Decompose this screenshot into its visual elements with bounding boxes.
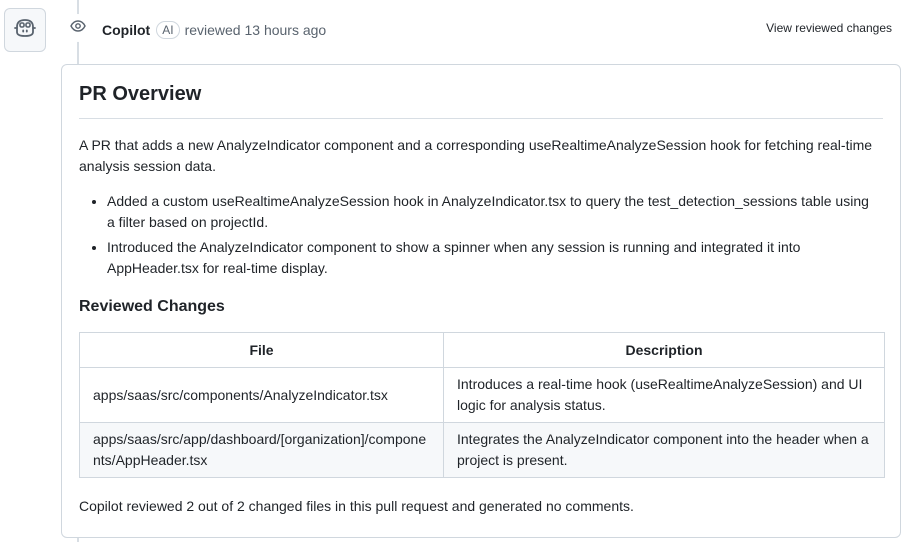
ai-badge: AI bbox=[156, 21, 180, 39]
review-card: PR Overview A PR that adds a new Analyze… bbox=[61, 64, 901, 538]
review-footer-note: Copilot reviewed 2 out of 2 changed file… bbox=[79, 498, 634, 514]
bullet-item: Added a custom useRealtimeAnalyzeSession… bbox=[107, 191, 879, 233]
file-path-cell: apps/saas/src/app/dashboard/[organizatio… bbox=[79, 422, 444, 478]
column-header-file: File bbox=[79, 332, 444, 368]
author-link[interactable]: Copilot bbox=[102, 22, 150, 38]
timeline-badge bbox=[64, 14, 92, 42]
column-header-description: Description bbox=[443, 332, 885, 368]
pr-summary: A PR that adds a new AnalyzeIndicator co… bbox=[79, 137, 873, 174]
review-header: Copilot AI reviewed 13 hours ago bbox=[102, 20, 326, 40]
review-timestamp: reviewed 13 hours ago bbox=[184, 22, 327, 38]
file-path-cell: apps/saas/src/components/AnalyzeIndicato… bbox=[79, 367, 444, 423]
description-cell: Introduces a real-time hook (useRealtime… bbox=[443, 367, 885, 423]
pr-overview-title: PR Overview bbox=[79, 83, 883, 119]
copilot-icon bbox=[14, 18, 36, 43]
eye-icon bbox=[70, 18, 86, 39]
table-row: apps/saas/src/app/dashboard/[organizatio… bbox=[79, 422, 885, 478]
table-row: apps/saas/src/components/AnalyzeIndicato… bbox=[79, 367, 885, 423]
bullet-item: Introduced the AnalyzeIndicator componen… bbox=[107, 237, 879, 279]
table-header-row: File Description bbox=[79, 332, 885, 368]
reviewed-changes-title: Reviewed Changes bbox=[79, 298, 225, 315]
description-cell: Integrates the AnalyzeIndicator componen… bbox=[443, 422, 885, 478]
summary-bullets: Added a custom useRealtimeAnalyzeSession… bbox=[79, 191, 883, 279]
reviewed-changes-table: File Description apps/saas/src/component… bbox=[79, 332, 885, 478]
view-reviewed-changes-link[interactable]: View reviewed changes bbox=[766, 21, 892, 35]
copilot-avatar[interactable] bbox=[4, 8, 46, 52]
